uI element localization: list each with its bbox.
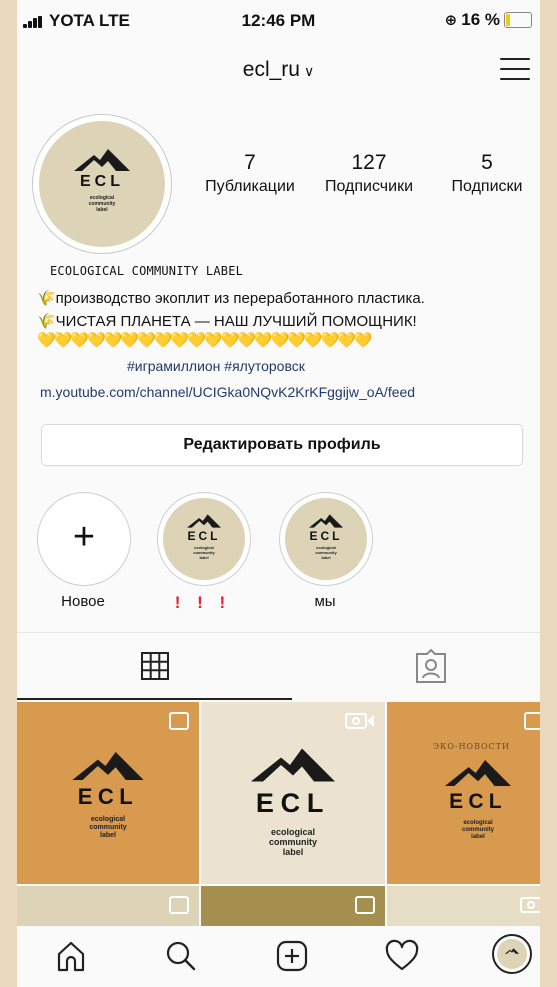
- home-icon[interactable]: [51, 936, 91, 976]
- chevron-down-icon: ∨: [303, 63, 315, 79]
- search-icon[interactable]: [161, 936, 201, 976]
- carousel-icon: [169, 712, 189, 730]
- ecl-logo: ECL ecological community label: [57, 149, 147, 213]
- stat-posts[interactable]: 7 Публикации: [197, 151, 303, 196]
- carousel-icon: [524, 712, 540, 730]
- highlight-label: ! ! !: [174, 593, 232, 612]
- username-switcher[interactable]: ecl_ru ∨: [17, 58, 540, 82]
- stat-followers[interactable]: 127 Подписчики: [315, 151, 423, 196]
- edit-profile-button[interactable]: Редактировать профиль: [41, 424, 523, 466]
- bio-line: 🌾производство экоплит из переработанного…: [37, 290, 425, 307]
- post-thumbnail[interactable]: [387, 886, 540, 930]
- battery-percent: 16 %: [461, 10, 500, 29]
- highlight-story-1[interactable]: ECL ecological community label: [157, 492, 251, 586]
- plus-icon: +: [72, 516, 96, 558]
- post-thumbnail[interactable]: ECL ecological community label: [201, 702, 385, 884]
- tagged-icon[interactable]: [414, 648, 448, 684]
- highlight-new[interactable]: +: [37, 492, 131, 586]
- bio-link[interactable]: m.youtube.com/channel/UCIGka0NQvK2KrKFgg…: [40, 384, 415, 400]
- profile-avatar[interactable]: [492, 934, 532, 974]
- bottom-nav: [17, 926, 540, 987]
- username: ecl_ru: [242, 58, 300, 81]
- carousel-icon: [169, 896, 189, 914]
- highlight-story-2[interactable]: ECL ecological community label: [279, 492, 373, 586]
- post-thumbnail[interactable]: ЭКО-НОВОСТИ ECL ecological community lab…: [387, 702, 540, 884]
- battery-indicator: ⊕ 16 %: [445, 10, 532, 30]
- grid-icon[interactable]: [139, 650, 171, 682]
- post-caption: ЭКО-НОВОСТИ: [433, 742, 510, 751]
- bio-line: 🌾ЧИСТАЯ ПЛАНЕТА — НАШ ЛУЧШИЙ ПОМОЩНИК!: [37, 313, 417, 330]
- battery-icon: [504, 12, 532, 28]
- post-thumbnail[interactable]: [17, 886, 199, 930]
- bio-name: ECOLOGICAL COMMUNITY LABEL: [50, 264, 244, 278]
- highlight-label: Новое: [61, 593, 105, 610]
- post-thumbnail[interactable]: [201, 886, 385, 930]
- stat-following[interactable]: 5 Подписки: [437, 151, 537, 196]
- menu-icon[interactable]: [500, 56, 530, 82]
- video-icon: [345, 712, 375, 730]
- status-bar: YOTA LTE 12:46 PM ⊕ 16 %: [17, 0, 540, 44]
- carousel-icon: [355, 896, 375, 914]
- heart-icon[interactable]: [382, 936, 422, 976]
- phone-screen: YOTA LTE 12:46 PM ⊕ 16 % ecl_ru ∨ ECL eco…: [17, 0, 540, 987]
- video-icon: [520, 896, 540, 914]
- post-thumbnail[interactable]: ECL ecological community label: [17, 702, 199, 884]
- divider: [17, 632, 540, 633]
- highlight-label: мы: [314, 593, 336, 610]
- active-tab-indicator: [17, 698, 292, 700]
- bio-hashtags[interactable]: #игрaмиллион #ялуторовск: [127, 358, 305, 374]
- orientation-lock-icon: ⊕: [444, 12, 458, 29]
- profile-avatar[interactable]: ECL ecological community label: [32, 114, 172, 254]
- new-post-icon[interactable]: [272, 936, 312, 976]
- bio-hearts: 💛💛💛💛💛💛💛💛💛💛💛💛💛💛💛💛💛💛💛💛: [37, 332, 373, 349]
